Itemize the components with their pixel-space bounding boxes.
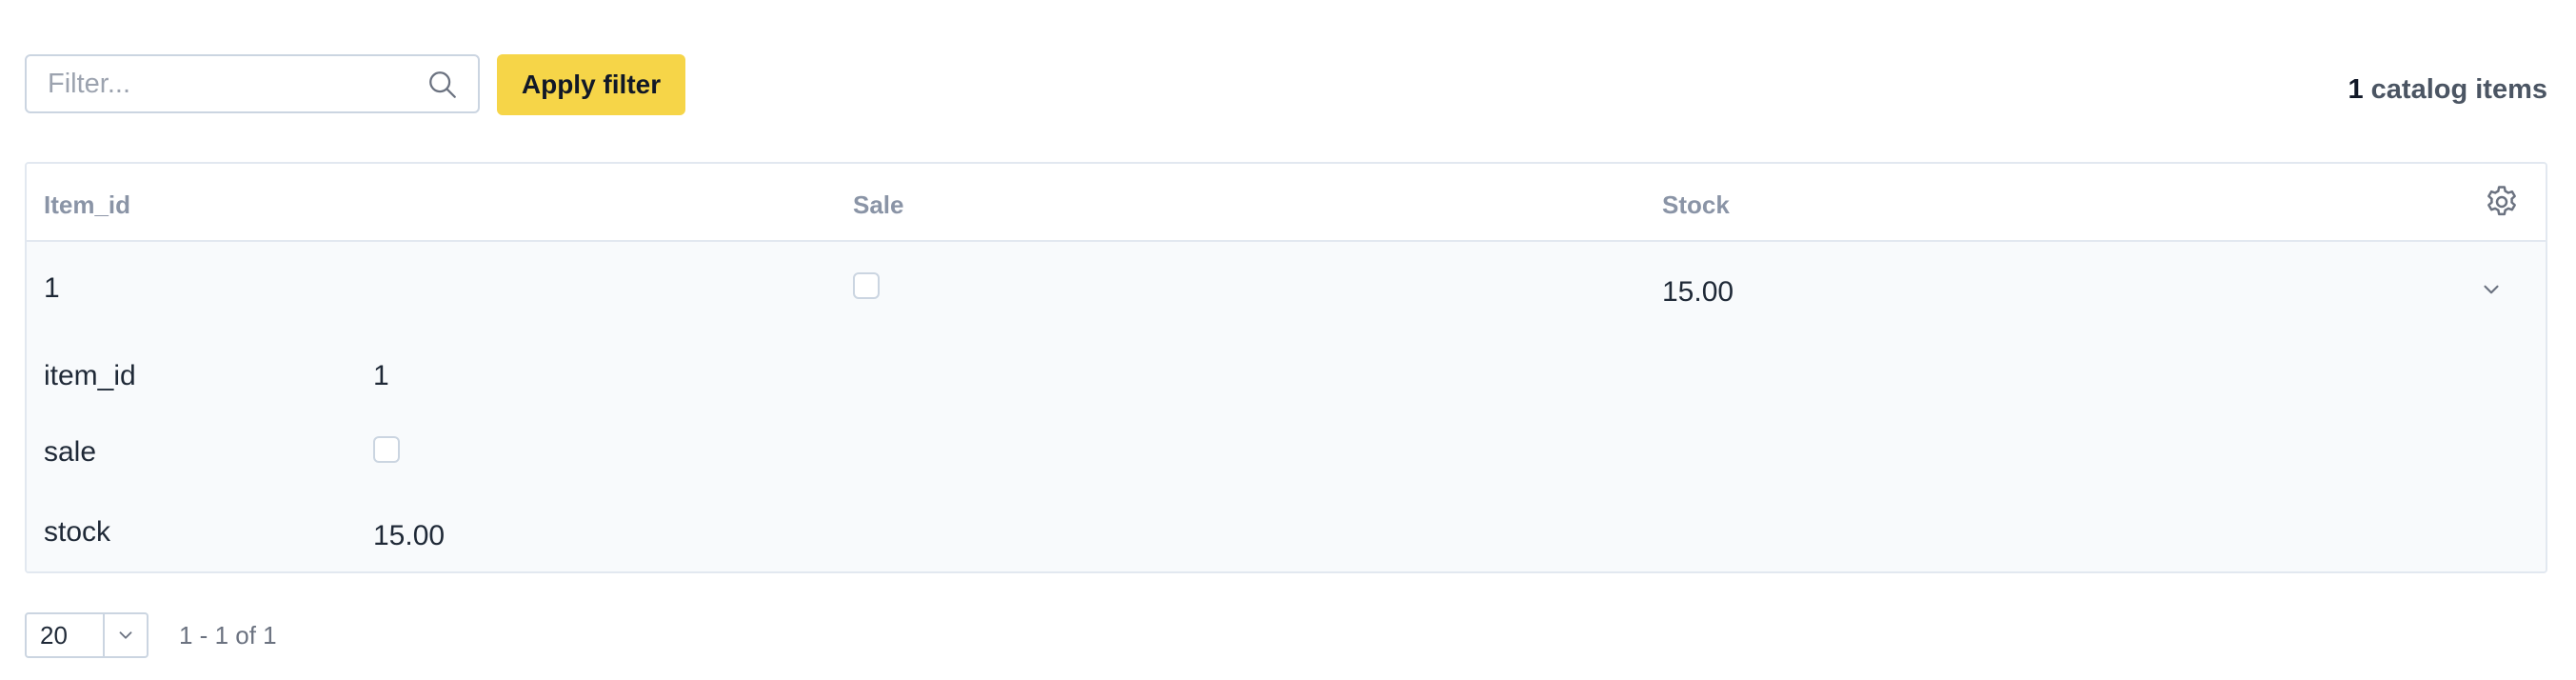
detail-value-stock: 15.00 [373,520,446,551]
filter-input[interactable] [27,56,428,111]
catalog-table: Item_id Sale Stock 1 15.00 item_id 1 sal… [25,162,2547,573]
table-header: Item_id Sale Stock [27,164,2546,242]
detail-sale-checkbox[interactable] [373,436,400,463]
page-size-toggle[interactable] [105,614,147,656]
page-size-select[interactable]: 20 [25,612,149,658]
detail-label-stock: stock [44,516,111,548]
filter-field[interactable] [25,54,480,113]
cell-sale-checkbox[interactable] [853,272,880,299]
column-header-stock[interactable]: Stock [1662,190,1730,220]
pagination-range: 1 - 1 of 1 [179,621,277,650]
column-header-item-id[interactable]: Item_id [44,190,130,220]
table-row[interactable]: 1 15.00 item_id 1 sale stock 15.00 [27,242,2546,571]
cell-item-id: 1 [44,272,60,304]
column-header-sale[interactable]: Sale [853,190,904,220]
page-size-value[interactable]: 20 [27,614,105,656]
gear-icon[interactable] [2483,183,2521,221]
detail-value-item-id: 1 [373,360,389,391]
cell-stock: 15.00 [1662,276,1734,308]
detail-label-item-id: item_id [44,360,136,391]
chevron-down-icon[interactable] [115,625,136,646]
chevron-down-icon[interactable] [2479,277,2504,302]
item-count-number: 1 [2348,74,2364,105]
apply-filter-button[interactable]: Apply filter [497,54,685,115]
item-count: 1 catalog items [2348,74,2547,106]
item-count-label: catalog items [2370,74,2547,105]
search-icon[interactable] [426,69,459,101]
detail-label-sale: sale [44,436,97,468]
